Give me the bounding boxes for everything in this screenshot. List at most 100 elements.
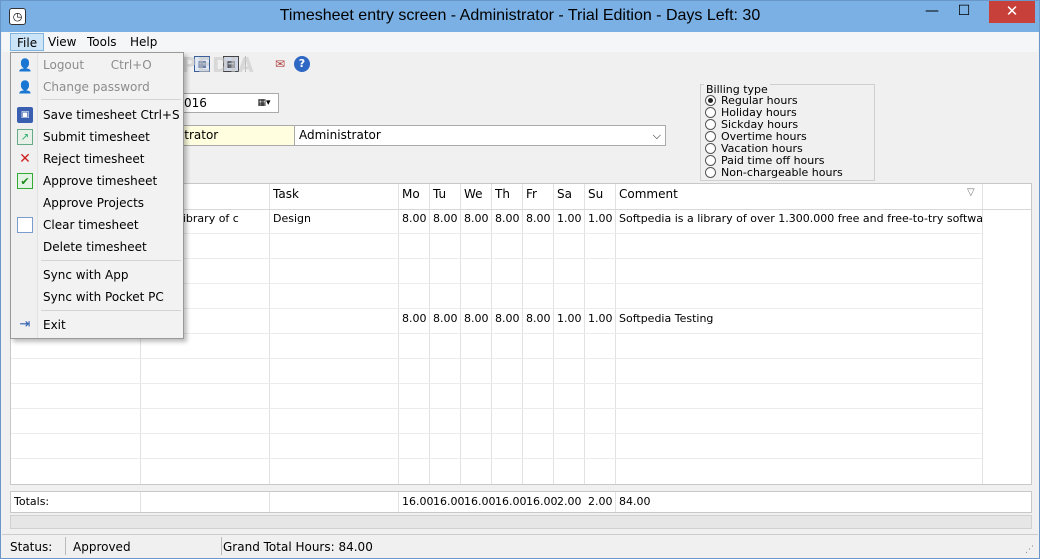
col-header-su[interactable]: Su [585,184,603,210]
menu-file[interactable]: File [10,33,45,51]
menu-item-label: Submit timesheet [43,130,150,144]
menu-help[interactable]: Help [124,33,163,51]
menu-item-label: Approve timesheet [43,174,158,188]
total-sa: 2.00 [557,495,582,508]
save-icon: ▣ [17,107,33,123]
col-header-th[interactable]: Th [492,184,510,210]
menu-item-label: Sync with Pocket PC [43,290,164,304]
radio-button[interactable] [705,95,716,106]
grid-column-divider [982,184,983,484]
table-row-2-th[interactable]: 8.00 [492,308,522,332]
grid-column-divider [269,492,270,512]
col-header-task[interactable]: Task [270,184,299,210]
user-key-icon: 👤 [17,80,33,94]
menu-item-label: Delete timesheet [43,240,147,254]
horizontal-scrollbar[interactable] [10,515,1032,529]
table-row-2-we[interactable]: 8.00 [461,308,491,332]
clear-icon [17,217,33,233]
table-row-1-we[interactable]: 8.00 [461,208,491,232]
total-th: 16.00 [495,495,527,508]
status-label: Status: [10,540,53,554]
table-row-2-mo[interactable]: 8.00 [399,308,429,332]
radio-label: Non-chargeable hours [721,166,843,179]
minimize-button[interactable]: — [917,1,947,23]
radio-button[interactable] [705,107,716,118]
menu-separator [41,99,181,100]
radio-button[interactable] [705,143,716,154]
resize-grip-icon[interactable]: ⋰ [1025,545,1034,555]
help-icon[interactable]: ? [294,56,310,72]
table-row-1-mo[interactable]: 8.00 [399,208,429,232]
radio-button[interactable] [705,119,716,130]
table-row-2-sa[interactable]: 1.00 [554,308,584,332]
col-header-fr[interactable]: Fr [523,184,537,210]
total-su: 2.00 [588,495,613,508]
col-header-sa[interactable]: Sa [554,184,572,210]
col-header-comment[interactable]: Comment [616,184,678,210]
menu-item-exit[interactable]: ⇥ Exit [13,314,181,336]
menu-item-save-timesheet[interactable]: ▣ Save timesheet Ctrl+S [13,104,181,126]
table-row-1-comment[interactable]: Softpedia is a library of over 1.300.000… [616,208,982,232]
table-row-2-su[interactable]: 1.00 [585,308,615,332]
menu-item-label: Save timesheet Ctrl+S [43,108,180,122]
table-row-1-sa[interactable]: 1.00 [554,208,584,232]
menu-item-label: Change password [43,80,150,94]
filter-icon[interactable]: ▽ [967,187,975,198]
week-date-picker[interactable]: 016 ▦▾ [173,93,279,113]
table-row-1-fr[interactable]: 8.00 [523,208,553,232]
menu-item-label: Logout Ctrl+O [43,58,152,72]
col-header-mo[interactable]: Mo [399,184,420,210]
col-header-tu[interactable]: Tu [430,184,446,210]
table-row-2-fr[interactable]: 8.00 [523,308,553,332]
col-header-we[interactable]: We [461,184,483,210]
menu-item-change-password[interactable]: 👤 Change password [13,76,181,98]
table-row-1-tu[interactable]: 8.00 [430,208,460,232]
table-row-1-task[interactable]: Design [270,208,398,232]
app-window: ◷ Timesheet entry screen - Administrator… [0,0,1040,559]
total-fr: 16.00 [526,495,558,508]
menu-item-logout[interactable]: 👤 Logout Ctrl+O [13,54,181,76]
grid-column-divider [140,492,141,512]
billing-type-group: Billing type Regular hours Holiday hours… [700,83,875,181]
menu-item-delete-timesheet[interactable]: Delete timesheet [13,236,181,258]
calendar-dropdown-icon[interactable]: ▦▾ [252,96,276,110]
menu-item-clear-timesheet[interactable]: Clear timesheet [13,214,181,236]
mail-icon[interactable]: ✉ [272,56,288,72]
menu-separator [41,310,181,311]
menu-item-reject-timesheet[interactable]: ✕ Reject timesheet [13,148,181,170]
reject-icon: ✕ [19,151,31,167]
close-button[interactable]: ✕ [989,1,1035,23]
menu-view[interactable]: View [42,33,82,51]
submit-icon: ↗ [17,129,33,145]
table-row-1-su[interactable]: 1.00 [585,208,615,232]
menu-item-submit-timesheet[interactable]: ↗ Submit timesheet [13,126,181,148]
menu-tools[interactable]: Tools [81,33,123,51]
menu-item-label: Sync with App [43,268,129,282]
maximize-button[interactable]: ☐ [949,1,979,23]
user-select-value: Administrator [299,128,381,142]
radio-button[interactable] [705,155,716,166]
user-id-field[interactable]: strator [173,125,294,146]
menu-item-approve-timesheet[interactable]: ✔ Approve timesheet [13,170,181,192]
menu-separator [41,260,181,261]
user-icon: 👤 [17,58,33,72]
menu-item-sync-with-app[interactable]: Sync with App [13,264,181,286]
total-we: 16.00 [464,495,496,508]
menu-item-label: Approve Projects [43,196,145,210]
user-select[interactable]: Administrator ⌵ [294,125,666,146]
title-bar[interactable]: ◷ Timesheet entry screen - Administrator… [1,1,1039,32]
chevron-down-icon[interactable]: ⌵ [653,126,661,145]
exit-icon: ⇥ [19,317,31,332]
table-row-2-comment[interactable]: Softpedia Testing [616,308,982,332]
radio-button[interactable] [705,167,716,178]
table-row-1-th[interactable]: 8.00 [492,208,522,232]
menu-item-approve-projects[interactable]: Approve Projects [13,192,181,214]
grid-row-divider [11,408,982,409]
radio-button[interactable] [705,131,716,142]
table-row-2-tu[interactable]: 8.00 [430,308,460,332]
file-menu-dropdown: 👤 Logout Ctrl+O 👤 Change password ▣ Save… [10,52,184,339]
grid-row-divider [11,383,982,384]
menu-item-label: Reject timesheet [43,152,145,166]
menu-bar: File View Tools Help [2,32,1038,52]
menu-item-sync-with-pocket-pc[interactable]: Sync with Pocket PC [13,286,181,308]
